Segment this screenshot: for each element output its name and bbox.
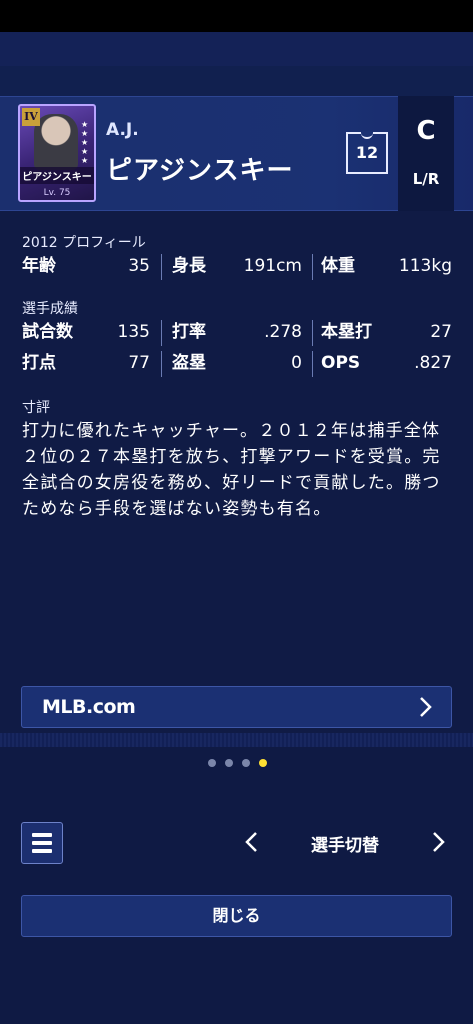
uniform-number-text: 12 xyxy=(355,143,379,162)
height-label: 身長 xyxy=(172,256,206,276)
rbi-value: 77 xyxy=(128,353,150,373)
mlb-link-label: MLB.com xyxy=(42,696,136,718)
weight-label: 体重 xyxy=(321,256,355,276)
star-rating-icon: ★ ★ ★ ★ ★ xyxy=(81,120,89,165)
divider xyxy=(312,351,313,377)
player-last-name: ピアジンスキー xyxy=(106,156,294,186)
chevron-right-icon xyxy=(419,696,433,722)
divider xyxy=(312,320,313,346)
games-label: 試合数 xyxy=(22,322,73,342)
age-label: 年齢 xyxy=(22,256,56,276)
divider xyxy=(161,254,162,280)
menu-button[interactable] xyxy=(21,822,63,864)
prev-player-button[interactable] xyxy=(244,831,264,855)
height-value: 191cm xyxy=(243,256,302,276)
chevron-left-icon xyxy=(245,832,257,852)
age-value: 35 xyxy=(128,256,150,276)
divider-band xyxy=(0,733,473,747)
review-text: 打力に優れたキャッチャー。２０１２年は捕手全体２位の２７本塁打を放ち、打撃アワー… xyxy=(22,421,441,519)
stats-row-2: 打点 77 盗塁 0 OPS .827 xyxy=(22,349,452,377)
position-panel xyxy=(398,96,454,211)
close-button-label: 閉じる xyxy=(212,906,261,925)
page-dot-active[interactable] xyxy=(259,759,267,767)
stats-heading: 選手成績 xyxy=(22,301,78,317)
ops-label: OPS xyxy=(321,353,361,373)
profile-heading: 2012 プロフィール xyxy=(22,235,146,251)
player-card: IV ★ ★ ★ ★ ★ ピアジンスキー Lv. 75 xyxy=(18,104,96,202)
profile-row: 年齢 35 身長 191cm 体重 113kg xyxy=(22,252,452,280)
page-dot[interactable] xyxy=(225,759,233,767)
hr-value: 27 xyxy=(430,322,452,342)
page-indicator xyxy=(205,759,269,769)
bats-throws: L/R xyxy=(412,170,440,188)
rbi-label: 打点 xyxy=(22,353,56,373)
status-bar xyxy=(0,0,473,32)
sb-label: 盗塁 xyxy=(172,353,206,373)
footer-area xyxy=(0,747,473,1024)
uniform-number: 12 xyxy=(346,131,388,174)
mlb-link-button[interactable]: MLB.com xyxy=(21,686,452,728)
player-photo xyxy=(34,114,78,170)
divider xyxy=(161,351,162,377)
player-first-name: A.J. xyxy=(106,120,139,140)
chevron-right-icon xyxy=(433,832,445,852)
card-player-name: ピアジンスキー xyxy=(20,167,94,184)
hr-label: 本塁打 xyxy=(321,322,372,342)
next-player-button[interactable] xyxy=(432,831,452,855)
page-dot[interactable] xyxy=(242,759,250,767)
divider xyxy=(161,320,162,346)
games-value: 135 xyxy=(117,322,150,342)
review-heading: 寸評 xyxy=(22,400,50,416)
page-dot[interactable] xyxy=(208,759,216,767)
player-position: C xyxy=(416,116,436,146)
card-level: Lv. 75 xyxy=(43,188,71,198)
close-button[interactable]: 閉じる xyxy=(21,895,452,937)
top-band xyxy=(0,32,473,66)
card-rank-badge: IV xyxy=(22,108,40,126)
avg-label: 打率 xyxy=(172,322,206,342)
ops-value: .827 xyxy=(414,353,452,373)
avg-value: .278 xyxy=(264,322,302,342)
weight-value: 113kg xyxy=(398,256,452,276)
top-band-secondary xyxy=(0,66,473,96)
stats-row-1: 試合数 135 打率 .278 本塁打 27 xyxy=(22,318,452,346)
player-switch-label: 選手切替 xyxy=(311,836,379,856)
sb-value: 0 xyxy=(291,353,302,373)
divider xyxy=(312,254,313,280)
